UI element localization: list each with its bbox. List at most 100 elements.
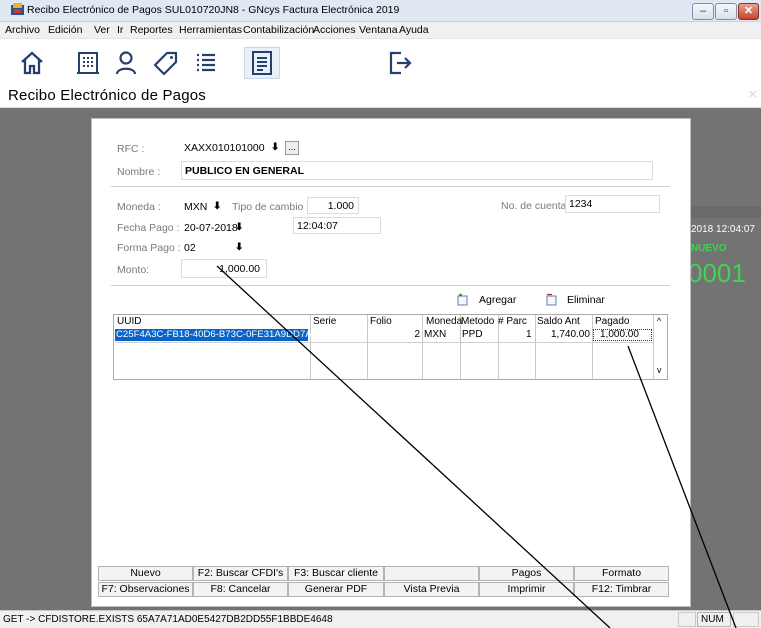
cell-saldo: 1,740.00: [551, 329, 590, 340]
add-document-icon: [457, 293, 468, 306]
moneda-value[interactable]: MXN: [184, 201, 207, 213]
cell-parc: 1: [526, 329, 532, 340]
maximize-button[interactable]: ▫: [715, 3, 737, 20]
monto-value: 1,000.00: [219, 263, 260, 275]
monto-field[interactable]: 1,000.00: [181, 259, 267, 278]
cancelar-button[interactable]: F8: Cancelar: [193, 582, 288, 597]
cell-pagado: 1,000.00: [600, 329, 639, 340]
fecha-dropdown-icon[interactable]: ⬇: [235, 222, 243, 233]
cell-folio: 2: [414, 329, 420, 340]
status-message: GET -> CFDISTORE.EXISTS 65A7A71AD0E5427D…: [3, 614, 333, 625]
buscar-cliente-button[interactable]: F3: Buscar cliente: [288, 566, 384, 581]
buscar-cfdis-button[interactable]: F2: Buscar CFDI's: [193, 566, 288, 581]
column-header-uuid[interactable]: UUID: [117, 316, 141, 327]
menu-bar: Archivo Edición Ver Ir Reportes Herramie…: [0, 22, 761, 38]
vista-previa-button[interactable]: Vista Previa: [384, 582, 479, 597]
products-button[interactable]: [151, 47, 181, 79]
section-divider-2: [111, 285, 670, 286]
moneda-dropdown-icon[interactable]: ⬇: [213, 201, 221, 212]
building-icon: [77, 52, 99, 74]
cuenta-value: 1234: [569, 198, 593, 210]
section-divider: [111, 186, 670, 187]
generar-pdf-button[interactable]: Generar PDF: [288, 582, 384, 597]
menu-ayuda[interactable]: Ayuda: [399, 24, 429, 36]
hora-field[interactable]: 12:04:07: [293, 217, 381, 234]
page-title: Recibo Electrónico de Pagos: [8, 87, 207, 104]
hora-value: 12:04:07: [297, 220, 338, 232]
empty-button[interactable]: [384, 566, 479, 581]
form-header: Recibo Electrónico de Pagos ×: [0, 86, 761, 108]
document-number: 0001: [688, 258, 746, 288]
menu-reportes[interactable]: Reportes: [130, 24, 173, 36]
nuevo-button[interactable]: Nuevo: [98, 566, 193, 581]
column-header-folio[interactable]: Folio: [370, 316, 392, 327]
delete-document-icon: [546, 293, 557, 306]
menu-ir[interactable]: Ir: [117, 24, 123, 36]
exit-icon: [389, 51, 412, 75]
column-header-saldo[interactable]: Saldo Ant: [537, 316, 580, 327]
close-form-button[interactable]: ×: [748, 86, 757, 103]
person-icon: [115, 51, 137, 75]
clients-button[interactable]: [111, 47, 141, 79]
document-info: 2018 12:04:07 NUEVO 0001: [688, 206, 761, 610]
rfc-label: RFC :: [117, 143, 145, 155]
cell-metodo: PPD: [462, 329, 483, 340]
tipo-cambio-value: 1.000: [327, 200, 354, 212]
timbrar-button[interactable]: F12: Timbrar: [574, 582, 669, 597]
menu-acciones[interactable]: Acciones: [313, 24, 356, 36]
rfc-dropdown-icon[interactable]: ⬇: [271, 142, 279, 153]
exit-button[interactable]: [385, 47, 415, 79]
home-icon: [21, 51, 43, 75]
menu-edicion[interactable]: Edición: [48, 24, 82, 36]
column-header-serie[interactable]: Serie: [313, 316, 336, 327]
rfc-search-button[interactable]: ...: [285, 141, 299, 155]
menu-archivo[interactable]: Archivo: [5, 24, 40, 36]
menu-ver[interactable]: Ver: [94, 24, 110, 36]
fecha-value[interactable]: 20-07-2018: [184, 222, 238, 234]
rfc-field[interactable]: XAXX010101000 ⬇: [181, 139, 281, 157]
forma-pago-value[interactable]: 02: [184, 242, 196, 254]
nombre-field[interactable]: PUBLICO EN GENERAL: [181, 161, 653, 180]
observaciones-button[interactable]: F7: Observaciones: [98, 582, 193, 597]
eliminar-button[interactable]: Eliminar: [546, 292, 616, 308]
forma-pago-dropdown-icon[interactable]: ⬇: [235, 242, 243, 253]
column-header-pagado[interactable]: Pagado: [595, 316, 629, 327]
invoice-button[interactable]: [244, 47, 280, 79]
list-icon: [197, 53, 215, 72]
minimize-button[interactable]: –: [692, 3, 714, 20]
eliminar-label: Eliminar: [567, 294, 605, 306]
tipo-cambio-field[interactable]: 1.000: [307, 197, 359, 214]
monto-label: Monto:: [117, 264, 150, 276]
imprimir-button[interactable]: Imprimir: [479, 582, 574, 597]
menu-contabilizacion[interactable]: Contabilización: [243, 24, 314, 36]
nombre-value: PUBLICO EN GENERAL: [185, 165, 305, 177]
window-title: Recibo Electrónico de Pagos SUL010720JN8…: [27, 4, 400, 16]
home-button[interactable]: [17, 47, 47, 79]
pagos-button[interactable]: Pagos: [479, 566, 574, 581]
status-bar: GET -> CFDISTORE.EXISTS 65A7A71AD0E5427D…: [0, 610, 761, 628]
document-timestamp: 2018 12:04:07: [691, 224, 755, 235]
forma-pago-label: Forma Pago :: [117, 242, 181, 254]
tipo-cambio-label: Tipo de cambio :: [232, 201, 310, 213]
nombre-label: Nombre :: [117, 166, 161, 178]
payments-grid[interactable]: UUID Serie Folio Moneda Metodo # Parc Sa…: [113, 314, 668, 380]
menu-herramientas[interactable]: Herramientas: [179, 24, 242, 36]
close-window-button[interactable]: ✕: [738, 3, 759, 20]
grid-scroll-down[interactable]: v: [657, 365, 662, 375]
cuenta-field[interactable]: 1234: [565, 195, 660, 213]
list-button[interactable]: [191, 47, 221, 79]
rfc-value: XAXX010101000: [184, 142, 265, 154]
grid-scroll-up[interactable]: ^: [657, 316, 661, 326]
agregar-label: Agregar: [479, 294, 517, 306]
cuenta-label: No. de cuenta :: [501, 200, 573, 212]
fecha-label: Fecha Pago :: [117, 222, 180, 234]
agregar-button[interactable]: Agregar: [457, 292, 527, 308]
companies-button[interactable]: [73, 47, 103, 79]
column-header-moneda[interactable]: Moneda: [426, 316, 462, 327]
moneda-label: Moneda :: [117, 201, 161, 213]
num-lock-indicator: NUM: [697, 612, 731, 627]
column-header-metodo[interactable]: Metodo: [461, 316, 494, 327]
column-header-parc[interactable]: # Parc: [498, 316, 527, 327]
formato-button[interactable]: Formato: [574, 566, 669, 581]
menu-ventana[interactable]: Ventana: [359, 24, 398, 36]
